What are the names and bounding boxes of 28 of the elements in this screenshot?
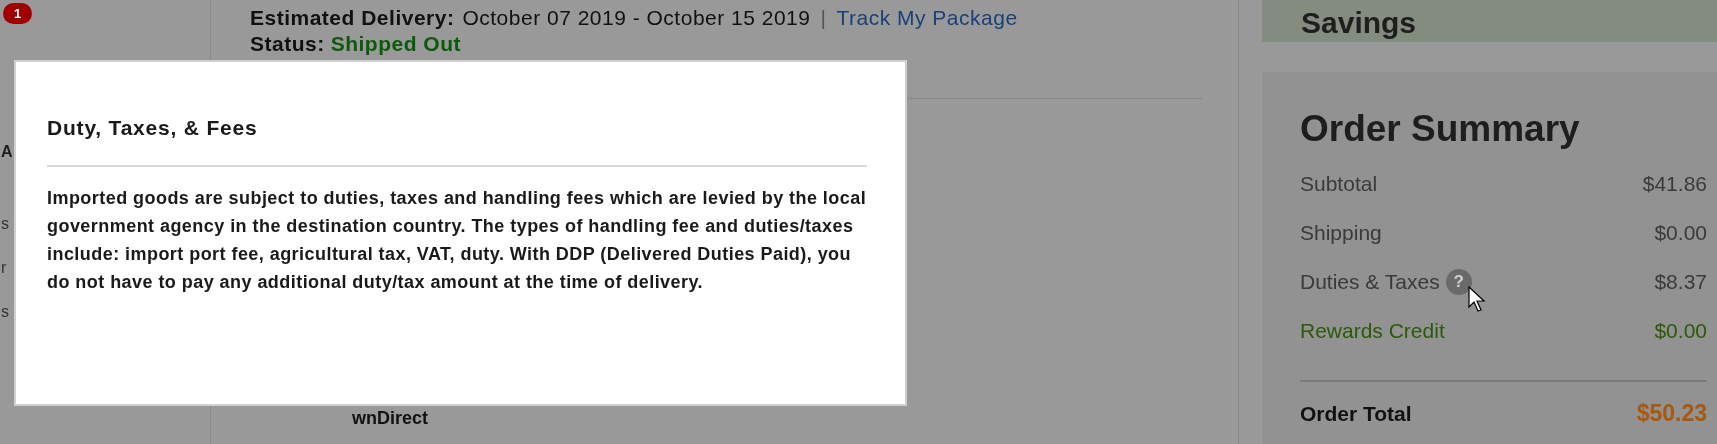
track-package-link[interactable]: Track My Package <box>836 6 1018 30</box>
summary-label: Shipping <box>1300 219 1382 246</box>
dialog-title: Duty, Taxes, & Fees <box>47 117 259 138</box>
delivery-dates: October 07 2019 - October 15 2019 <box>462 6 811 30</box>
status-label: Status: <box>250 32 325 56</box>
dialog-body: Imported goods are subject to duties, taxes and handling fees which are levied by the local government agency in the destination country. The types of handling fee and duties/taxes include: import port fee, agricultural tax, VAT, duty. With DDP (Delivered Duties Paid), you do not have to pay any additional duty/tax amount at the time of delivery. <box>47 187 868 294</box>
order-summary-title: Order Summary <box>1300 110 1581 147</box>
summary-value: $0.00 <box>1654 317 1707 344</box>
sidebar-text: A <box>1 144 13 160</box>
summary-value: $8.37 <box>1654 268 1707 295</box>
order-total-value: $50.23 <box>1636 399 1707 428</box>
carrier-name: wnDirect <box>352 407 430 430</box>
summary-value: $41.86 <box>1642 170 1707 197</box>
separator: | <box>819 6 828 30</box>
delivery-label: Estimated Delivery: <box>250 6 455 30</box>
sidebar-text: s <box>1 304 9 320</box>
summary-value: $0.00 <box>1654 219 1707 246</box>
savings-title: Savings <box>1301 8 1417 41</box>
sidebar-text: r <box>1 260 7 276</box>
status-value: Shipped Out <box>330 32 461 56</box>
notification-badge: 1 <box>3 3 32 24</box>
summary-label: Rewards Credit <box>1300 317 1445 344</box>
sidebar-text: s <box>1 216 9 232</box>
help-icon[interactable]: ? <box>1445 268 1472 295</box>
summary-label: Duties & Taxes <box>1300 268 1440 295</box>
summary-label: Subtotal <box>1300 170 1378 197</box>
order-total-label: Order Total <box>1300 400 1412 427</box>
cursor-icon <box>1467 285 1486 313</box>
